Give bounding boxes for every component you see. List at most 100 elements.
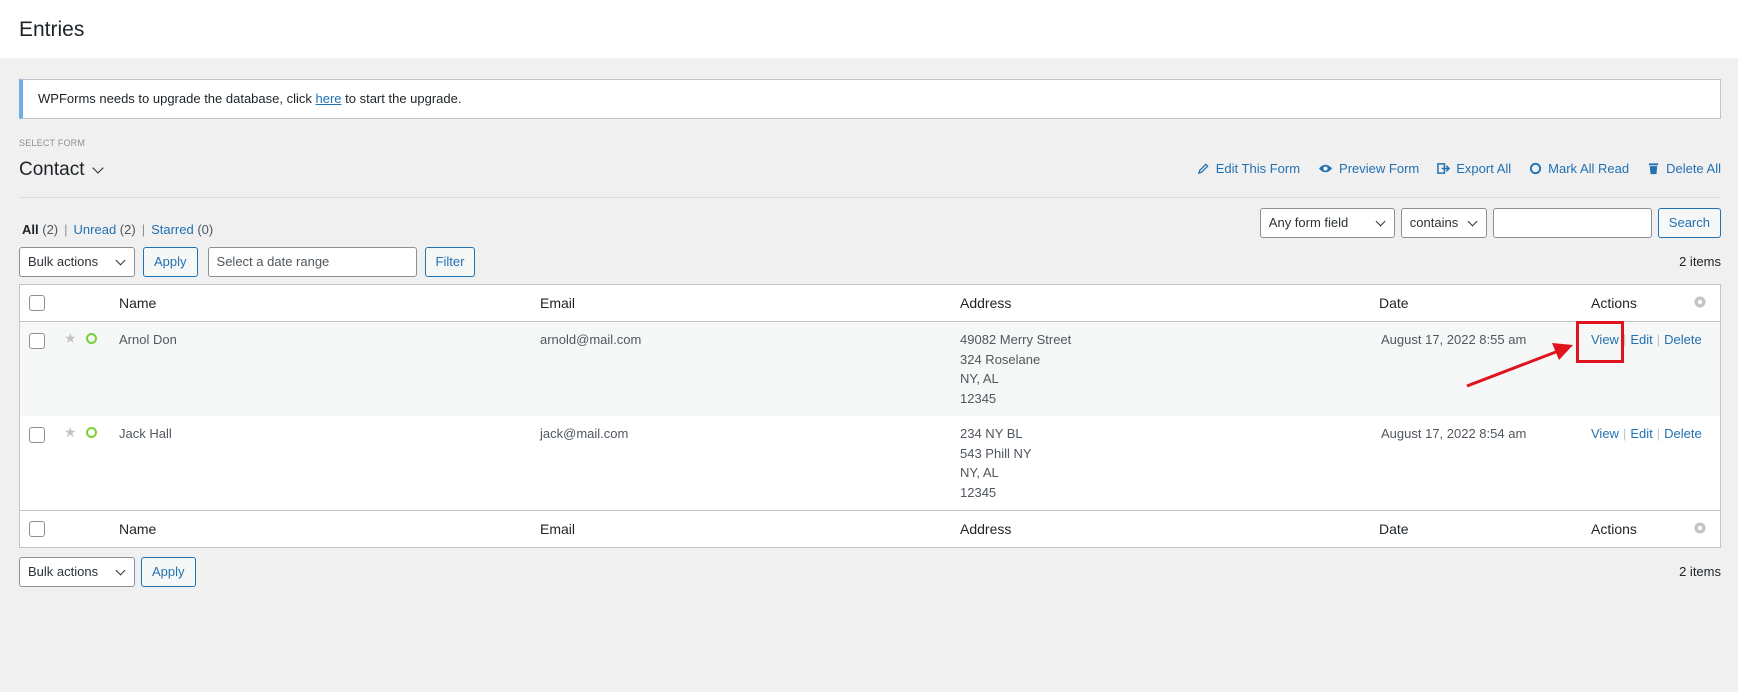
page-title: Entries [19, 18, 85, 41]
highlight-box [1576, 321, 1624, 363]
filter-all-count: (2) [42, 222, 59, 237]
action-separator: | [1656, 332, 1661, 347]
unread-indicator-icon[interactable] [86, 333, 97, 344]
delete-entry-link[interactable]: Delete [1664, 426, 1702, 441]
star-icon[interactable]: ★ [64, 424, 77, 441]
search-button[interactable]: Search [1657, 208, 1721, 238]
tablenav-bottom: Bulk actions Apply [19, 557, 196, 587]
edit-form-link[interactable]: Edit This Form [1197, 161, 1300, 176]
bulk-actions-select[interactable]: Bulk actions [19, 557, 135, 587]
entry-address: 49082 Merry Street 324 Roselane NY, AL 1… [960, 330, 1071, 408]
delete-entry-link[interactable]: Delete [1664, 332, 1702, 347]
column-address: Address [960, 295, 1012, 311]
column-email: Email [540, 521, 576, 537]
mark-all-read-label: Mark All Read [1548, 161, 1630, 176]
address-line: 234 NY BL [960, 426, 1023, 441]
bulk-actions-select[interactable]: Bulk actions [19, 247, 135, 277]
gear-icon[interactable] [1693, 521, 1707, 535]
export-all-link[interactable]: Export All [1437, 161, 1511, 176]
star-icon[interactable]: ★ [64, 330, 77, 347]
notice-text-after: to start the upgrade. [341, 91, 462, 106]
table-header: Name Email Address Date Actions [20, 285, 1720, 322]
column-address: Address [960, 521, 1012, 537]
delete-all-label: Delete All [1666, 161, 1721, 176]
view-entry-link[interactable]: View [1591, 426, 1619, 441]
table-row: ★ Arnol Don arnold@mail.com 49082 Merry … [20, 322, 1720, 416]
entry-filters: All (2) | Unread (2) | Starred (0) [22, 222, 213, 237]
apply-button[interactable]: Apply [143, 247, 198, 277]
notice-upgrade-link[interactable]: here [315, 91, 341, 106]
search-box: Any form field contains Search [1259, 208, 1721, 238]
column-email: Email [540, 295, 576, 311]
notice-text-before: WPForms needs to upgrade the database, c… [38, 91, 316, 106]
filter-button[interactable]: Filter [424, 247, 476, 277]
entry-email: jack@mail.com [540, 426, 629, 441]
entries-table: Name Email Address Date Actions ★ Arnol … [19, 284, 1721, 548]
entry-date: August 17, 2022 8:55 am [1381, 332, 1527, 347]
eye-icon [1318, 164, 1333, 173]
form-selector[interactable]: Contact [19, 159, 105, 181]
items-count: 2 items [1679, 564, 1721, 579]
table-row: ★ Jack Hall jack@mail.com 234 NY BL 543 … [20, 416, 1720, 510]
row-actions: View | Edit | Delete [1591, 424, 1702, 443]
export-icon [1437, 163, 1451, 174]
address-line: 324 Roselane [960, 351, 1041, 367]
preview-form-label: Preview Form [1339, 161, 1420, 176]
action-separator: | [1656, 426, 1661, 441]
column-actions: Actions [1591, 295, 1637, 311]
section-divider [19, 197, 1721, 198]
filter-unread[interactable]: Unread [74, 222, 117, 237]
search-input[interactable] [1492, 208, 1652, 238]
search-operator-select[interactable]: contains [1400, 208, 1487, 238]
entry-address: 234 NY BL 543 Phill NY NY, AL 12345 [960, 424, 1032, 502]
circle-icon [1530, 162, 1542, 175]
column-name: Name [119, 295, 157, 311]
search-field-select[interactable]: Any form field [1259, 208, 1395, 238]
filter-starred-count: (0) [197, 222, 214, 237]
page-header: Entries [0, 0, 1738, 58]
unread-indicator-icon[interactable] [86, 427, 97, 438]
form-selector-value: Contact [19, 159, 85, 180]
apply-button[interactable]: Apply [141, 557, 196, 587]
row-checkbox[interactable] [29, 427, 45, 443]
address-line: 543 Phill NY [960, 445, 1032, 461]
entry-name: Arnol Don [119, 332, 177, 347]
table-footer: Name Email Address Date Actions [20, 510, 1720, 547]
select-all-checkbox[interactable] [29, 295, 45, 311]
row-checkbox[interactable] [29, 333, 45, 349]
trash-icon [1648, 163, 1659, 175]
gear-icon[interactable] [1693, 295, 1707, 309]
mark-all-read-link[interactable]: Mark All Read [1529, 161, 1629, 176]
edit-entry-link[interactable]: Edit [1630, 426, 1652, 441]
filter-separator: | [141, 222, 146, 237]
entry-name: Jack Hall [119, 426, 172, 441]
edit-form-label: Edit This Form [1215, 161, 1301, 176]
column-date-sort[interactable]: Date [1379, 520, 1409, 539]
select-all-checkbox[interactable] [29, 521, 45, 537]
chevron-down-icon [92, 162, 105, 174]
entry-email: arnold@mail.com [540, 332, 642, 347]
select-form-label: SELECT FORM [19, 138, 86, 148]
pencil-icon [1197, 163, 1209, 175]
column-actions: Actions [1591, 521, 1637, 537]
form-actions-bar: Edit This Form Preview Form Export All M… [1197, 161, 1721, 176]
delete-all-link[interactable]: Delete All [1647, 161, 1721, 176]
date-range-input[interactable]: Select a date range [207, 247, 417, 277]
filter-starred[interactable]: Starred [151, 222, 194, 237]
export-all-label: Export All [1456, 161, 1512, 176]
tablenav-top: Bulk actions Apply Select a date range F… [19, 247, 476, 277]
address-line: NY, AL [960, 371, 999, 386]
action-separator: | [1622, 426, 1627, 441]
items-count: 2 items [1679, 254, 1721, 269]
filter-unread-count: (2) [119, 222, 136, 237]
upgrade-notice: WPForms needs to upgrade the database, c… [19, 79, 1721, 119]
address-line: 49082 Merry Street [960, 332, 1072, 347]
address-line: 12345 [960, 390, 997, 406]
edit-entry-link[interactable]: Edit [1630, 332, 1652, 347]
preview-form-link[interactable]: Preview Form [1318, 161, 1419, 176]
column-name: Name [119, 521, 157, 537]
filter-all[interactable]: All [22, 222, 39, 237]
filter-separator: | [64, 222, 68, 237]
column-date-sort[interactable]: Date [1379, 294, 1409, 313]
entry-date: August 17, 2022 8:54 am [1381, 426, 1527, 441]
